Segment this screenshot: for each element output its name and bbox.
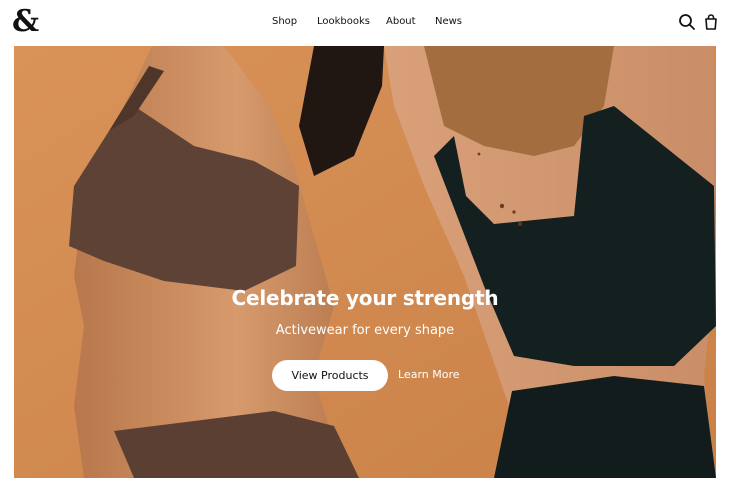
nav-item-about[interactable]: About bbox=[386, 15, 416, 29]
nav-item-shop[interactable]: Shop bbox=[272, 15, 297, 29]
hero-image bbox=[14, 46, 716, 478]
shopping-bag-icon[interactable] bbox=[701, 12, 721, 32]
site-header: & Shop Lookbooks About News bbox=[0, 0, 730, 46]
main-nav: Shop Lookbooks About News bbox=[0, 15, 730, 31]
nav-item-lookbooks[interactable]: Lookbooks bbox=[317, 15, 370, 29]
learn-more-link[interactable]: Learn More bbox=[398, 360, 460, 391]
view-products-button[interactable]: View Products bbox=[272, 360, 388, 391]
hero-banner: Celebrate your strength Activewear for e… bbox=[14, 46, 716, 478]
hero-subtitle: Activewear for every shape bbox=[275, 323, 455, 338]
hero-title: Celebrate your strength bbox=[231, 286, 499, 310]
nav-item-news[interactable]: News bbox=[435, 15, 462, 29]
search-icon[interactable] bbox=[677, 12, 697, 32]
